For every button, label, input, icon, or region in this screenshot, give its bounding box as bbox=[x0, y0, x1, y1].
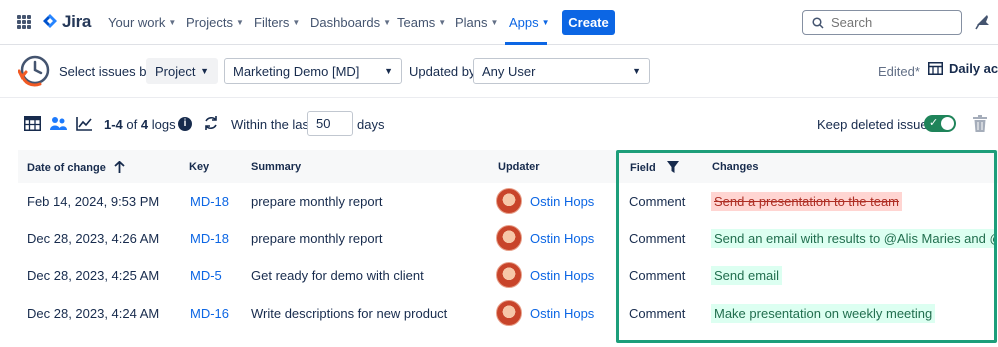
project-dropdown[interactable]: Marketing Demo [MD] ▼ bbox=[224, 58, 402, 84]
refresh-icon[interactable] bbox=[203, 115, 219, 131]
keep-deleted-label: Keep deleted issues bbox=[817, 117, 935, 132]
cell-summary: Get ready for demo with client bbox=[251, 268, 424, 283]
days-label: days bbox=[357, 117, 385, 132]
cell-summary: Write descriptions for new product bbox=[251, 306, 448, 321]
nav-label: Dashboards bbox=[310, 15, 381, 30]
nav-label: Plans bbox=[455, 15, 488, 30]
project-value: Marketing Demo [MD] bbox=[233, 63, 360, 79]
cell-key-link[interactable]: MD-16 bbox=[190, 306, 229, 321]
search-icon bbox=[812, 16, 824, 29]
chevron-down-icon: ▼ bbox=[490, 18, 499, 27]
edited-indicator: Edited* bbox=[878, 64, 920, 79]
cell-key-link[interactable]: MD-18 bbox=[190, 231, 229, 246]
nav-apps[interactable]: Apps ▼ bbox=[509, 15, 550, 30]
chevron-down-icon: ▼ bbox=[632, 66, 641, 76]
avatar bbox=[496, 188, 522, 214]
nav-dashboards[interactable]: Dashboards ▼ bbox=[310, 15, 391, 30]
logs-count: 1-4 of 4 logs bbox=[104, 117, 176, 132]
chevron-down-icon: ▼ bbox=[438, 18, 447, 27]
chevron-down-icon: ▼ bbox=[168, 18, 177, 27]
users-view-icon[interactable] bbox=[50, 116, 67, 131]
search-input[interactable] bbox=[831, 15, 951, 30]
select-by-value: Project bbox=[155, 63, 196, 79]
nav-label: Projects bbox=[186, 15, 233, 30]
logs-range: 1-4 bbox=[104, 117, 123, 132]
logs-total: 4 bbox=[140, 117, 149, 132]
create-button[interactable]: Create bbox=[562, 10, 615, 35]
top-navigation: Jira Your work ▼ Projects ▼ Filters ▼ Dashb… bbox=[0, 0, 998, 45]
avatar bbox=[496, 225, 522, 251]
chart-view-icon[interactable] bbox=[76, 116, 93, 131]
header-date-label: Date of change bbox=[27, 162, 106, 174]
nav-filters[interactable]: Filters ▼ bbox=[254, 15, 300, 30]
cell-date: Dec 28, 2023, 4:26 AM bbox=[27, 231, 160, 246]
chevron-down-icon: ▼ bbox=[384, 66, 393, 76]
table-view-icon[interactable] bbox=[24, 116, 41, 131]
chevron-down-icon: ▼ bbox=[541, 18, 550, 27]
avatar bbox=[496, 262, 522, 288]
check-icon: ✓ bbox=[929, 117, 939, 129]
nav-label: Filters bbox=[254, 15, 290, 30]
toggle-knob bbox=[941, 117, 954, 130]
notifications-icon[interactable] bbox=[974, 13, 990, 31]
keep-deleted-toggle[interactable]: ✓ bbox=[924, 115, 956, 132]
filter-bar: Select issues by: Project ▼ Marketing De… bbox=[0, 45, 998, 98]
saved-view-button[interactable]: Daily acti bbox=[928, 61, 998, 76]
nav-teams[interactable]: Teams ▼ bbox=[397, 15, 446, 30]
updated-by-dropdown[interactable]: Any User ▼ bbox=[473, 58, 650, 84]
table-icon bbox=[928, 62, 943, 75]
cell-updater-link[interactable]: Ostin Hops bbox=[530, 231, 594, 246]
logo-text: Jira bbox=[62, 12, 92, 31]
cell-date: Feb 14, 2024, 9:53 PM bbox=[27, 194, 160, 209]
header-key[interactable]: Key bbox=[189, 161, 209, 173]
nav-label: Apps bbox=[509, 15, 539, 30]
nav-projects[interactable]: Projects ▼ bbox=[186, 15, 244, 30]
cell-updater-link[interactable]: Ostin Hops bbox=[530, 194, 594, 209]
select-by-label: Select issues by: bbox=[59, 64, 157, 79]
cell-updater-link[interactable]: Ostin Hops bbox=[530, 306, 594, 321]
header-date[interactable]: Date of change bbox=[27, 160, 125, 174]
search-box[interactable] bbox=[802, 10, 962, 35]
activity-log-app-icon bbox=[18, 55, 50, 87]
cell-date: Dec 28, 2023, 4:24 AM bbox=[27, 306, 160, 321]
nav-label: Your work bbox=[108, 15, 166, 30]
cell-updater-link[interactable]: Ostin Hops bbox=[530, 268, 594, 283]
chevron-down-icon: ▼ bbox=[383, 18, 392, 27]
updated-by-value: Any User bbox=[482, 63, 536, 79]
select-by-dropdown[interactable]: Project ▼ bbox=[146, 58, 218, 84]
chevron-down-icon: ▼ bbox=[235, 18, 244, 27]
within-label: Within the last: bbox=[231, 117, 317, 132]
sort-ascending-icon bbox=[114, 160, 125, 173]
saved-view-label: Daily acti bbox=[949, 61, 998, 76]
cell-key-link[interactable]: MD-18 bbox=[190, 194, 229, 209]
avatar bbox=[496, 300, 522, 326]
field-changes-highlight bbox=[616, 150, 997, 343]
trash-icon[interactable] bbox=[973, 115, 987, 132]
cell-key-link[interactable]: MD-5 bbox=[190, 268, 222, 283]
nav-label: Teams bbox=[397, 15, 436, 30]
app-switcher-icon[interactable] bbox=[17, 15, 31, 29]
jira-logo[interactable]: Jira bbox=[42, 12, 91, 32]
jira-logo-icon bbox=[43, 14, 57, 28]
header-updater[interactable]: Updater bbox=[498, 161, 540, 173]
days-input[interactable] bbox=[307, 111, 353, 136]
cell-summary: prepare monthly report bbox=[251, 194, 383, 209]
nav-your-work[interactable]: Your work ▼ bbox=[108, 15, 176, 30]
header-summary[interactable]: Summary bbox=[251, 161, 301, 173]
info-icon[interactable]: i bbox=[178, 117, 192, 131]
cell-summary: prepare monthly report bbox=[251, 231, 383, 246]
chevron-down-icon: ▼ bbox=[200, 66, 209, 76]
chevron-down-icon: ▼ bbox=[292, 18, 301, 27]
updated-by-label: Updated by: bbox=[409, 64, 480, 79]
nav-plans[interactable]: Plans ▼ bbox=[455, 15, 498, 30]
cell-date: Dec 28, 2023, 4:25 AM bbox=[27, 268, 160, 283]
logs-of: of bbox=[126, 117, 138, 132]
logs-unit: logs bbox=[151, 117, 176, 132]
